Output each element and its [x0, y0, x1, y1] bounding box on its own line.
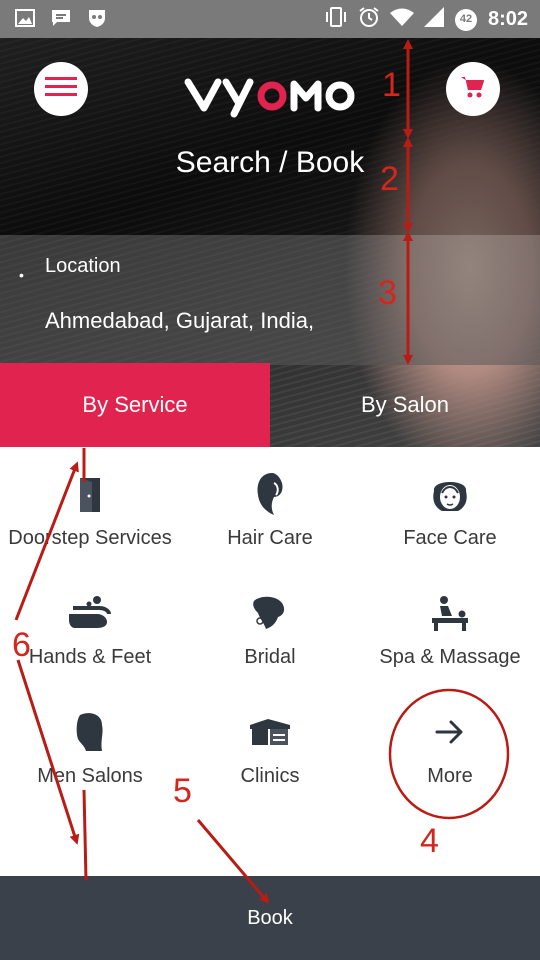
alarm-icon: [358, 6, 380, 33]
bridal-icon: [245, 590, 295, 636]
cart-icon: [460, 75, 486, 104]
battery-icon: 42: [454, 8, 478, 32]
category-label: Doorstep Services: [8, 527, 172, 549]
category-spa-massage[interactable]: Spa & Massage: [360, 566, 540, 685]
location-label: Location: [45, 255, 121, 277]
hands-icon: [65, 590, 115, 636]
gallery-icon: [14, 8, 36, 28]
page-title: Search / Book: [175, 146, 365, 179]
hamburger-icon: [45, 76, 77, 102]
vibrate-icon: [324, 7, 348, 32]
category-label: Face Care: [403, 527, 497, 549]
man-head-icon: [65, 709, 115, 755]
category-label: Spa & Massage: [379, 646, 521, 668]
category-label: Hair Care: [227, 527, 313, 549]
menu-button[interactable]: [34, 62, 88, 116]
arrow-right-icon: [425, 709, 475, 755]
category-label: Hands & Feet: [28, 646, 152, 668]
location-input[interactable]: Ahmedabad, Gujarat, India,: [45, 308, 314, 334]
tab-by-service[interactable]: By Service: [0, 363, 270, 447]
category-face-care[interactable]: Face Care: [360, 447, 540, 566]
tab-by-salon[interactable]: By Salon: [270, 363, 540, 447]
cart-button[interactable]: [446, 62, 500, 116]
category-men-salons[interactable]: Men Salons: [0, 685, 180, 804]
annotation-label-4: 4: [420, 822, 439, 860]
brand-logo: [180, 66, 360, 118]
door-icon: [65, 471, 115, 517]
location-bullet: •: [19, 267, 24, 283]
clock-time: 8:02: [487, 8, 528, 30]
category-label: Bridal: [244, 646, 296, 668]
massage-icon: [425, 590, 475, 636]
category-label: More: [427, 765, 473, 787]
book-button[interactable]: Book: [0, 876, 540, 960]
category-more[interactable]: More: [360, 685, 540, 804]
category-hands-feet[interactable]: Hands & Feet: [0, 566, 180, 685]
category-label: Clinics: [240, 765, 300, 787]
category-hair-care[interactable]: Hair Care: [180, 447, 360, 566]
message-icon: [50, 8, 72, 28]
book-button-label: Book: [247, 906, 293, 929]
category-bridal[interactable]: Bridal: [180, 566, 360, 685]
category-doorstep-services[interactable]: Doorstep Services: [0, 447, 180, 566]
battery-level: 42: [459, 12, 473, 25]
hair-profile-icon: [245, 471, 295, 517]
category-label: Men Salons: [37, 765, 143, 787]
status-bar: 42 8:02: [0, 0, 540, 38]
hero-header: Search / Book • Location Ahmedabad, Guja…: [0, 38, 540, 447]
category-clinics[interactable]: Clinics: [180, 685, 360, 804]
face-icon: [425, 471, 475, 517]
shield-icon: [86, 8, 108, 28]
signal-icon: [423, 7, 444, 32]
clinic-icon: [245, 709, 295, 755]
wifi-icon: [389, 8, 414, 31]
